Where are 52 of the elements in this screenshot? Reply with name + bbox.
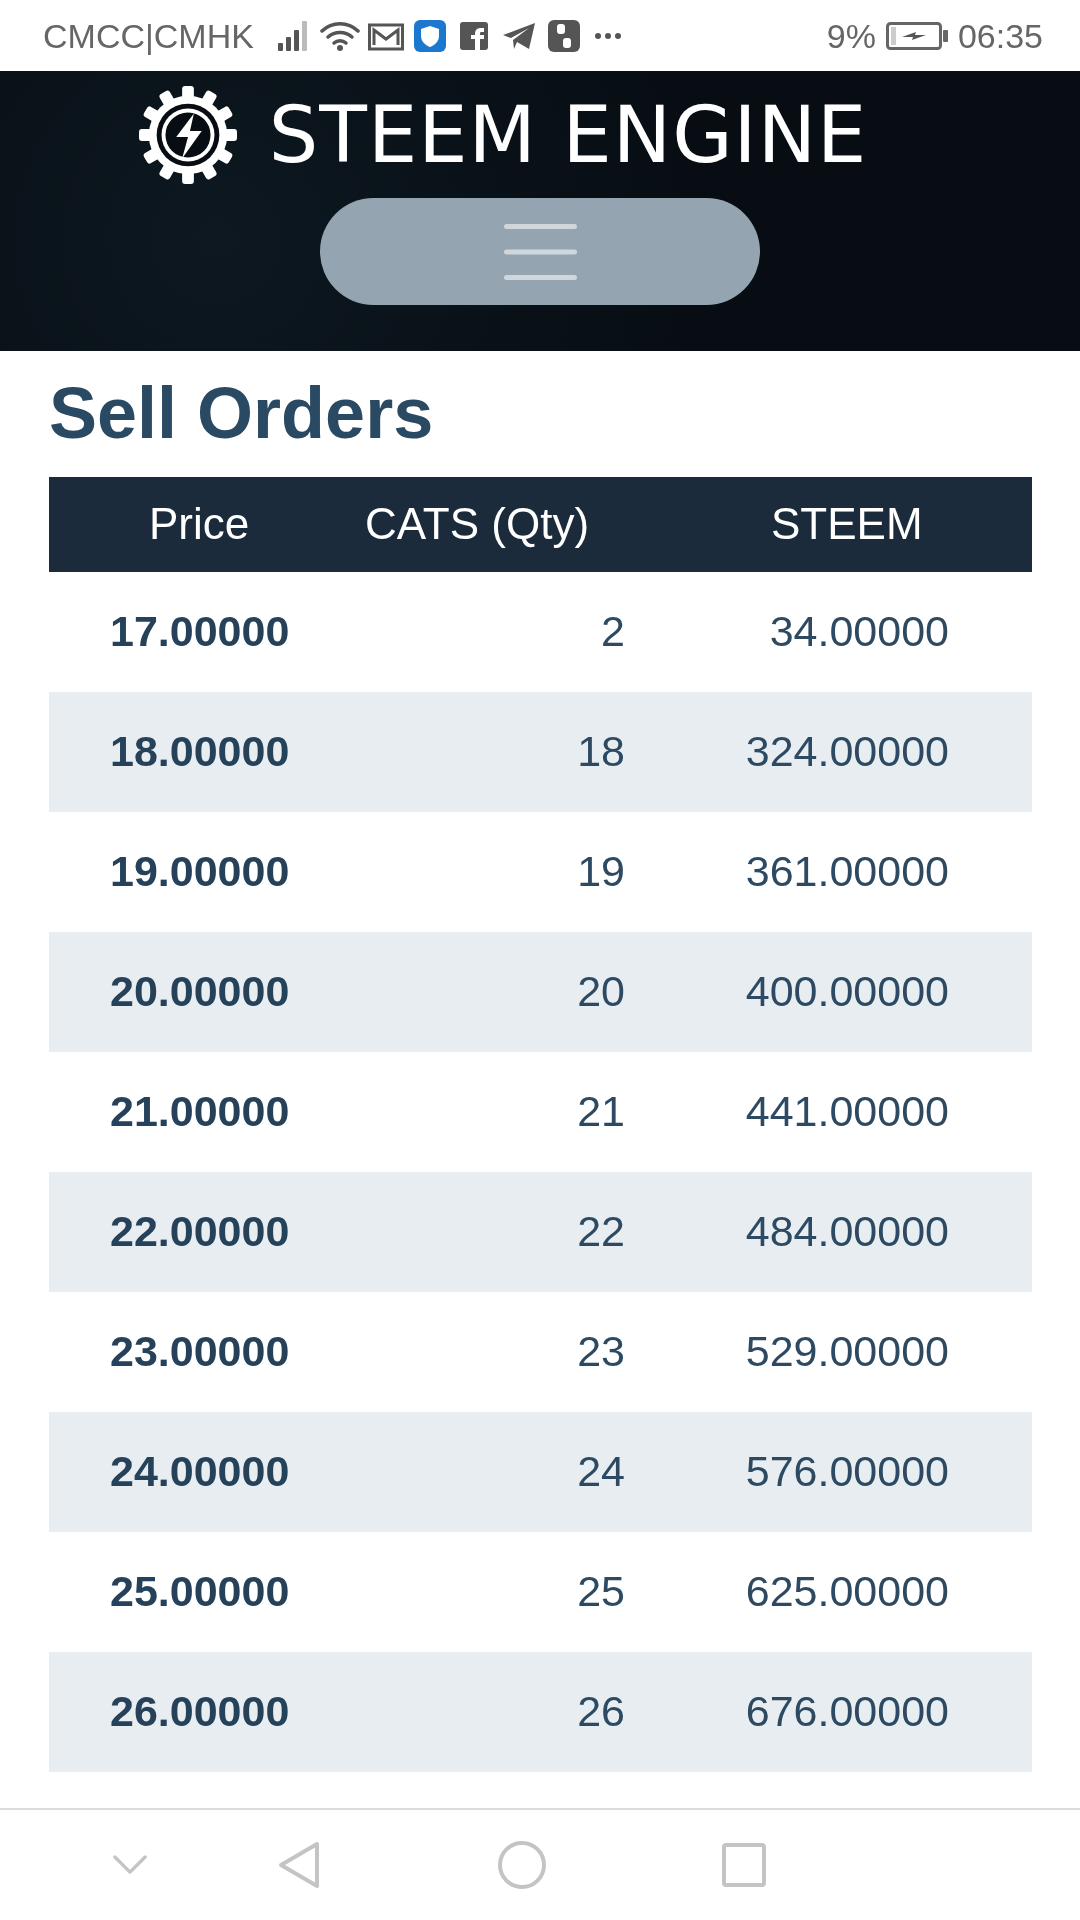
table-cell: 21.00000 [110,1090,290,1134]
table-cell: 22.00000 [110,1210,290,1254]
table-cell: 324.00000 [745,730,949,774]
table-cell: 26 [577,1690,625,1734]
battery-percent: 9% [826,18,876,53]
table-cell: 18.00000 [110,730,290,774]
table-cell: 484.00000 [745,1210,949,1254]
table-cell: 361.00000 [745,850,949,894]
column-header[interactable]: STEEM [771,502,923,547]
table-cell: 19 [577,850,625,894]
table-cell: 20 [577,970,625,1014]
table-cell: 18 [577,730,625,774]
table-cell: 17.00000 [110,610,290,654]
table-cell: 576.00000 [745,1450,949,1494]
back-icon[interactable] [278,1841,320,1889]
shield-icon [413,19,446,52]
home-icon[interactable] [498,1841,546,1889]
recent-apps-icon[interactable] [722,1843,766,1887]
table-cell: 25.00000 [110,1570,290,1614]
clock-time: 06:35 [957,18,1043,53]
table-cell: 34.00000 [769,610,949,654]
gear-bolt-logo-icon[interactable] [138,86,237,184]
table-cell: 21 [577,1090,625,1134]
table-cell: 441.00000 [745,1090,949,1134]
section-title: Sell Orders [49,372,434,455]
table-cell: 25 [577,1570,625,1614]
more-dots-icon [594,32,621,39]
chevron-down-icon[interactable] [113,1855,147,1875]
table-cell: 2 [601,610,625,654]
f-logo-icon [459,21,488,50]
site-name[interactable]: STEEM ENGINE [268,96,868,174]
table-cell: 26.00000 [110,1690,290,1734]
column-header[interactable]: Price [149,502,250,547]
wifi-icon [319,20,360,51]
carrier-name: CMCC|CMHK [43,18,254,53]
table-cell: 400.00000 [745,970,949,1014]
table-cell: 22 [577,1210,625,1254]
table-cell: 676.00000 [745,1690,949,1734]
column-header[interactable]: CATS (Qty) [365,502,590,547]
table-cell: 23 [577,1330,625,1374]
table-cell: 23.00000 [110,1330,290,1374]
paper-plane-icon [501,21,536,50]
battery-charging-icon [885,21,948,50]
table-cell: 24 [577,1450,625,1494]
signal-icon [277,20,308,51]
app-icon [547,19,580,52]
table-cell: 24.00000 [110,1450,290,1494]
table-cell: 529.00000 [745,1330,949,1374]
table-cell: 625.00000 [745,1570,949,1614]
table-cell: 19.00000 [110,850,290,894]
menu-icon [503,223,577,280]
table-cell: 20.00000 [110,970,290,1014]
